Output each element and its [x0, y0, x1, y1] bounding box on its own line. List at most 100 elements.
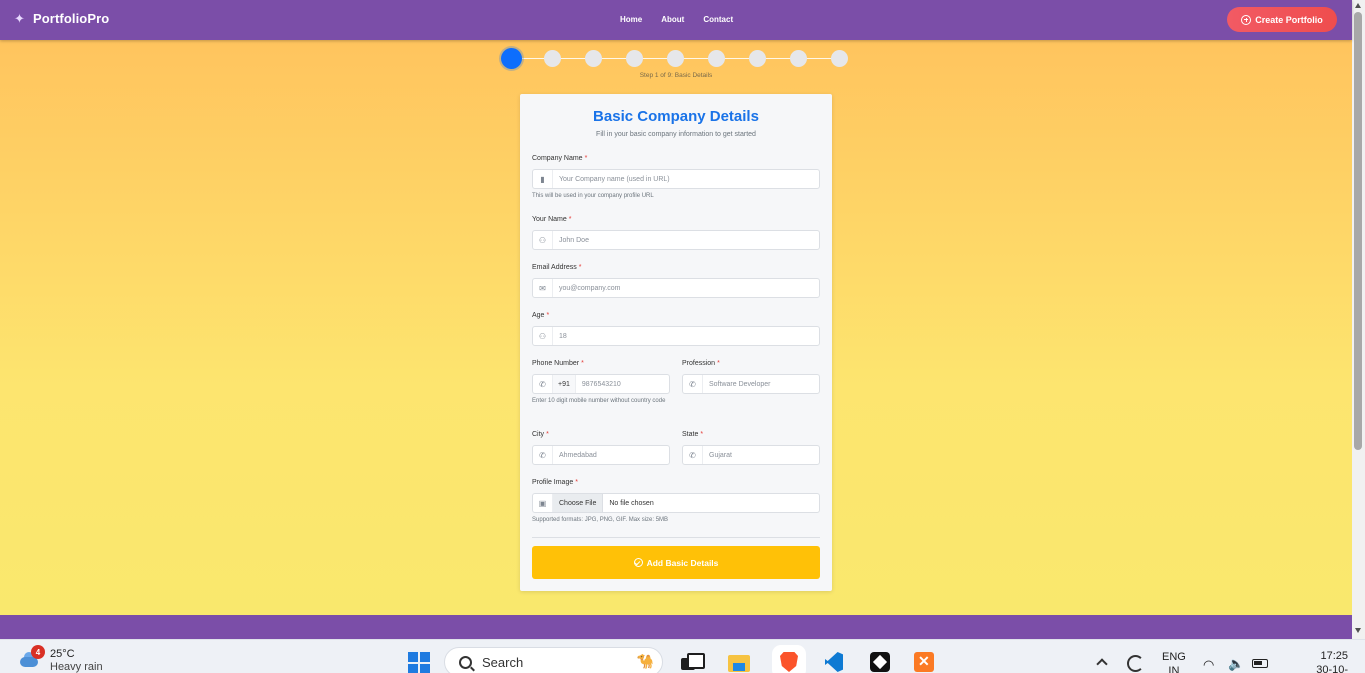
plus-circle-icon	[1241, 14, 1252, 25]
step-4[interactable]	[626, 50, 643, 67]
building-icon: ▮	[533, 170, 553, 188]
battery-icon[interactable]	[1252, 659, 1268, 668]
file-explorer-icon[interactable]	[727, 650, 751, 673]
your-name-label: Your Name *	[532, 216, 572, 223]
page-scrollbar[interactable]	[1352, 0, 1365, 639]
sync-icon[interactable]	[1127, 655, 1144, 672]
page-footer	[0, 615, 1352, 639]
step-1[interactable]	[501, 48, 522, 69]
state-placeholder: Gujarat	[709, 451, 732, 459]
vscode-icon[interactable]	[822, 650, 846, 673]
nav-home-link[interactable]: Home	[620, 15, 642, 24]
company-name-help: This will be used in your company profil…	[532, 193, 654, 199]
profession-label: Profession *	[682, 360, 720, 367]
step-caption: Step 1 of 9: Basic Details	[639, 72, 713, 79]
step-7[interactable]	[749, 50, 766, 67]
step-9[interactable]	[831, 50, 848, 67]
scroll-up-arrow-icon[interactable]	[1355, 3, 1361, 8]
sparkle-icon: ✦	[14, 10, 25, 26]
state-label: State *	[682, 431, 704, 438]
your-name-input[interactable]: ⚇ John Doe	[532, 230, 820, 250]
top-navbar: ✦ PortfolioPro Home About Contact Create…	[0, 0, 1352, 40]
step-8[interactable]	[790, 50, 807, 67]
user-icon: ⚇	[533, 327, 553, 345]
volume-icon[interactable]: 🔈	[1228, 656, 1244, 672]
step-5[interactable]	[667, 50, 684, 67]
xampp-icon[interactable]	[912, 650, 936, 673]
step-3[interactable]	[585, 50, 602, 67]
email-label: Email Address *	[532, 264, 582, 271]
your-name-placeholder: John Doe	[559, 236, 589, 244]
phone-icon: ✆	[683, 446, 703, 464]
chevron-up-icon[interactable]	[1096, 658, 1108, 670]
windows-start-icon[interactable]	[408, 652, 430, 673]
profile-image-help: Supported formats: JPG, PNG, GIF. Max si…	[532, 517, 669, 523]
company-name-input[interactable]: ▮ Your Company name (used in URL)	[532, 169, 820, 189]
scroll-thumb[interactable]	[1354, 12, 1362, 450]
step-2[interactable]	[544, 50, 561, 67]
image-icon: ▣	[533, 494, 553, 512]
profile-image-input[interactable]: ▣ Choose File No file chosen	[532, 493, 820, 513]
system-clock[interactable]: 17:25 30-10-2025	[1308, 649, 1348, 673]
region-code: IN	[1168, 665, 1180, 673]
create-portfolio-label: Create Portfolio	[1255, 14, 1323, 25]
state-input[interactable]: ✆ Gujarat	[682, 445, 820, 465]
step-6[interactable]	[708, 50, 725, 67]
city-placeholder: Ahmedabad	[559, 451, 597, 459]
country-code-prefix: +91	[553, 375, 576, 393]
email-placeholder: you@company.com	[559, 284, 621, 292]
weather-text[interactable]: 25°C Heavy rain	[50, 648, 103, 673]
app-cube-icon[interactable]	[868, 650, 892, 673]
weather-condition: Heavy rain	[50, 661, 103, 673]
profession-input[interactable]: ✆ Software Developer	[682, 374, 820, 394]
profile-image-label: Profile Image *	[532, 479, 578, 486]
temperature: 25°C	[50, 648, 75, 660]
submit-label: Add Basic Details	[646, 557, 719, 568]
company-name-label: Company Name *	[532, 155, 588, 162]
nav-contact-link[interactable]: Contact	[703, 15, 733, 24]
profession-placeholder: Software Developer	[709, 380, 771, 388]
basic-details-card: Basic Company Details Fill in your basic…	[520, 94, 832, 591]
phone-input[interactable]: ✆ +91 9876543210	[532, 374, 670, 394]
company-name-placeholder: Your Company name (used in URL)	[559, 175, 670, 183]
language-code: ENG	[1162, 651, 1186, 663]
taskbar-search[interactable]: Search 🐪	[444, 647, 663, 673]
phone-help: Enter 10 digit mobile number without cou…	[532, 398, 666, 404]
brand-name: PortfolioPro	[33, 11, 110, 26]
brand-logo[interactable]: ✦ PortfolioPro	[14, 11, 109, 26]
choose-file-button[interactable]: Choose File	[553, 494, 604, 512]
search-icon	[459, 655, 472, 669]
weather-badge: 4	[31, 645, 45, 659]
search-label: Search	[482, 654, 524, 670]
clock-time: 17:25	[1320, 650, 1348, 662]
nav-links: Home About Contact	[620, 15, 733, 24]
city-input[interactable]: ✆ Ahmedabad	[532, 445, 670, 465]
age-placeholder: 18	[559, 332, 567, 340]
file-status: No file chosen	[609, 499, 654, 507]
windows-taskbar: 4 25°C Heavy rain Search 🐪 ENG IN ◠ 🔈 17…	[0, 639, 1365, 673]
create-portfolio-button[interactable]: Create Portfolio	[1227, 7, 1337, 32]
envelope-icon: ✉	[533, 279, 553, 297]
email-input[interactable]: ✉ you@company.com	[532, 278, 820, 298]
check-circle-icon	[633, 558, 643, 567]
age-input[interactable]: ⚇ 18	[532, 326, 820, 346]
progress-stepper	[501, 48, 851, 70]
phone-icon: ✆	[683, 375, 703, 393]
phone-icon: ✆	[533, 375, 553, 393]
language-indicator[interactable]: ENG IN	[1162, 650, 1186, 673]
user-icon: ⚇	[533, 231, 553, 249]
task-view-icon[interactable]	[679, 650, 705, 673]
scroll-down-arrow-icon[interactable]	[1355, 628, 1361, 633]
phone-placeholder: 9876543210	[581, 380, 621, 388]
add-basic-details-button[interactable]: Add Basic Details	[532, 546, 820, 579]
form-title: Basic Company Details	[593, 108, 759, 125]
nav-about-link[interactable]: About	[661, 15, 684, 24]
phone-label: Phone Number *	[532, 360, 584, 367]
form-divider	[532, 537, 820, 538]
camel-decoration-icon: 🐪	[636, 653, 654, 669]
form-subtitle: Fill in your basic company information t…	[596, 131, 756, 138]
age-label: Age *	[532, 312, 550, 319]
wifi-icon[interactable]: ◠	[1203, 657, 1214, 673]
city-label: City *	[532, 431, 549, 438]
brave-browser-icon[interactable]	[777, 650, 801, 673]
